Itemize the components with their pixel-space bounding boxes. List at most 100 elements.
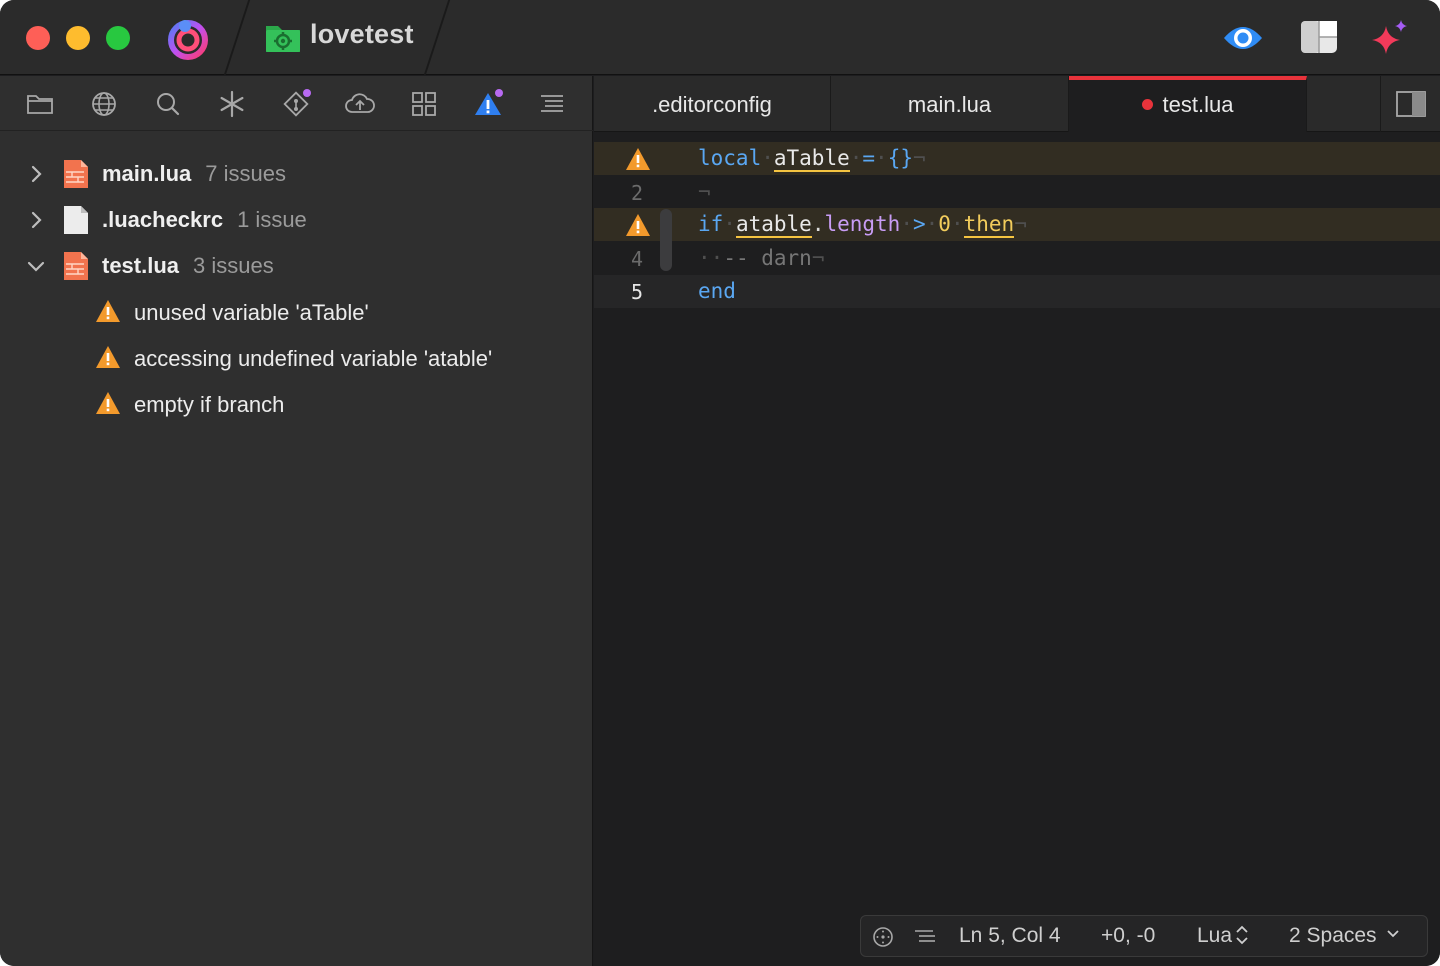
identifier: atable [735,212,812,238]
app-window: lovetest main.lua 7 issues .luacheckrc 1… [0,0,1440,966]
language-selector[interactable]: Lua [1197,924,1249,948]
folder-icon[interactable] [24,88,56,120]
warning-triangle-icon [95,299,121,323]
tab-bar: .editorconfig main.lua test.lua [594,76,1440,132]
indent-label: 2 Spaces [1289,924,1377,947]
chevron-down-icon [1386,930,1399,938]
issue-item[interactable]: unused variable 'aTable' [0,292,593,332]
issue-count: 1 issue [237,207,307,232]
indent-selector[interactable]: 2 Spaces [1289,924,1401,948]
split-editor-button[interactable] [1380,76,1440,132]
issue-text: empty if branch [134,392,285,417]
file-name-text: main.lua [102,161,192,186]
line-number: 2 [630,181,644,205]
editor-pane: .editorconfig main.lua test.lua local·aT… [594,76,1440,966]
file-row-main-lua[interactable]: main.lua 7 issues [0,154,593,194]
asterisk-icon[interactable] [216,88,248,120]
issue-text: unused variable 'aTable' [134,300,369,325]
app-logo-icon[interactable] [166,16,210,60]
number-literal: 0 [938,212,951,236]
close-window-button[interactable] [26,26,50,50]
code-line[interactable]: 4 ··-- darn¬ [594,242,1440,275]
issue-count: 7 issues [205,161,286,186]
warning-icon[interactable] [472,88,504,120]
code-line[interactable]: if·atable.length·>·0·then¬ [594,208,1440,241]
whitespace-marker: · [900,212,913,236]
title-bar: lovetest [0,0,1440,75]
issue-item[interactable]: empty if branch [0,384,593,424]
file-row-test-lua[interactable]: test.lua 3 issues [0,246,593,286]
minimize-window-button[interactable] [66,26,90,50]
cloud-icon[interactable] [344,88,376,120]
fold-indicator[interactable] [660,209,672,271]
keyword: then [963,212,1015,238]
gutter-warning-icon[interactable] [625,147,651,171]
tab-label: test.lua [1162,92,1234,117]
issue-count: 3 issues [193,253,274,278]
tab-test-lua[interactable]: test.lua [1069,76,1307,132]
settings-dial-icon[interactable] [871,925,895,949]
tab-label: .editorconfig [652,92,772,117]
grid-icon[interactable] [408,88,440,120]
whitespace-marker: · [875,146,888,170]
eol-marker: ¬ [913,146,926,170]
sidebar-toolbar [0,76,593,131]
issue-text: accessing undefined variable 'atable' [134,346,493,371]
chevron-down-icon[interactable] [26,256,46,276]
whitespace-marker: · [698,246,711,270]
project-folder-icon [264,18,302,56]
globe-icon[interactable] [88,88,120,120]
search-icon[interactable] [152,88,184,120]
code-text: ¬ [698,180,711,204]
git-icon[interactable] [280,88,312,120]
diff-summary[interactable]: +0, -0 [1101,924,1155,948]
split-view-icon [1396,91,1426,117]
identifier: aTable [773,146,850,172]
issue-item[interactable]: accessing undefined variable 'atable' [0,338,593,378]
eol-marker: ¬ [698,180,711,204]
modified-dot-icon [1141,99,1153,110]
tab-main-lua[interactable]: main.lua [831,76,1069,132]
outline-icon[interactable] [913,925,937,949]
comment: -- darn [723,246,812,270]
eye-icon[interactable] [1222,18,1264,58]
up-down-chevron-icon [1236,925,1248,945]
cursor-position[interactable]: Ln 5, Col 4 [959,924,1061,948]
eol-marker: ¬ [1014,212,1027,236]
chevron-right-icon[interactable] [26,164,46,184]
file-name: main.lua 7 issues [102,161,286,187]
warning-triangle-icon [95,391,121,415]
operator: > [912,212,926,236]
code-line-current[interactable]: 5 end [594,275,1440,308]
operator: = [862,146,876,170]
sidebar: main.lua 7 issues .luacheckrc 1 issue test… [0,76,593,966]
chevron-right-icon[interactable] [26,210,46,230]
code-text: if·atable.length·>·0·then¬ [698,212,1027,238]
tab-editorconfig[interactable]: .editorconfig [594,76,831,132]
project-name[interactable]: lovetest [310,19,414,50]
code-line[interactable]: 2 ¬ [594,176,1440,209]
titlebar-divider [223,0,251,75]
file-name-text: .luacheckrc [102,207,224,232]
document-file-icon [60,204,92,236]
whitespace-marker: · [761,146,774,170]
tab-label: main.lua [907,92,992,117]
lua-file-icon [60,250,92,282]
whitespace-marker: · [849,146,863,170]
layout-icon[interactable] [1298,18,1340,58]
line-number: 4 [630,247,644,271]
gutter-warning-icon[interactable] [625,213,651,237]
eol-marker: ¬ [811,246,825,270]
code-text: end [698,279,736,303]
keyword: local [698,146,762,170]
code-line[interactable]: local·aTable·=·{}¬ [594,142,1440,175]
file-name: .luacheckrc 1 issue [102,207,307,233]
outline-icon[interactable] [536,88,568,120]
file-name: test.lua 3 issues [102,253,274,279]
operator: . [811,212,825,236]
file-row-luacheckrc[interactable]: .luacheckrc 1 issue [0,200,593,240]
file-name-text: test.lua [102,253,180,278]
sparkle-icon[interactable] [1368,18,1410,58]
warning-triangle-icon [95,345,121,369]
maximize-window-button[interactable] [106,26,130,50]
